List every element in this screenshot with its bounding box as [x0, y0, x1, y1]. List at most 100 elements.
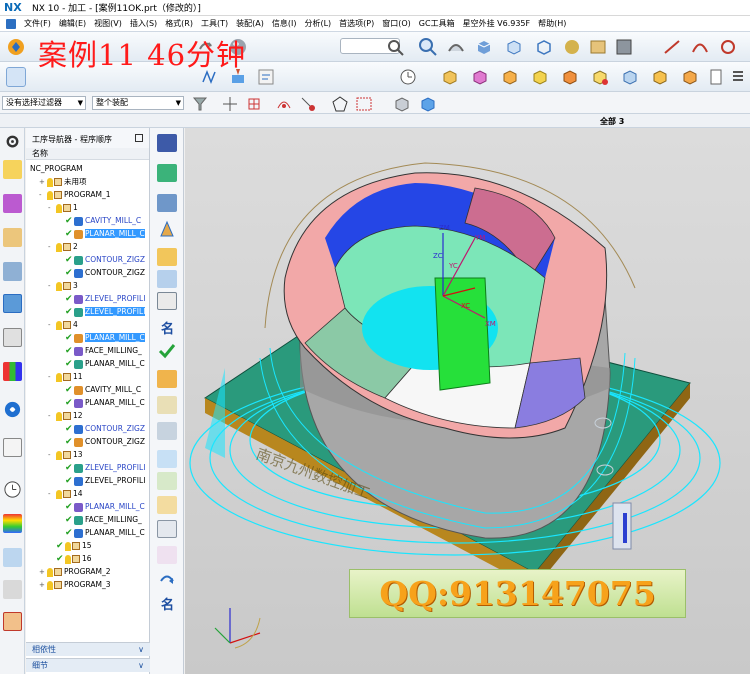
check-icon[interactable]	[157, 342, 177, 360]
menu-file[interactable]: 文件(F)	[24, 18, 51, 29]
menu-tools[interactable]: 工具(T)	[201, 18, 228, 29]
operation-row[interactable]: ✔ CONTOUR_ZIGZ	[26, 253, 149, 266]
operation-row[interactable]: ✔ CAVITY_MILL_C	[26, 383, 149, 396]
menu-help[interactable]: 帮助(H)	[538, 18, 566, 29]
arc-center-icon[interactable]	[274, 94, 292, 112]
expand-icon[interactable]: +	[39, 579, 47, 591]
program-group-row[interactable]: + PROGRAM_2	[26, 565, 149, 578]
edge-view-icon[interactable]	[534, 37, 554, 57]
list-output-icon[interactable]	[728, 67, 748, 87]
dependencies-panel-toggle[interactable]: 相依性 ∨	[26, 642, 150, 656]
create-method-icon[interactable]	[530, 67, 550, 87]
collapse-icon[interactable]: -	[48, 202, 56, 214]
feed-icon[interactable]	[157, 546, 177, 564]
snap-point-icon[interactable]	[220, 94, 238, 112]
program-group-row[interactable]: - 11	[26, 370, 149, 383]
program-group-row[interactable]: - 14	[26, 487, 149, 500]
program-group-row[interactable]: NC_PROGRAM	[26, 162, 149, 175]
clock-icon[interactable]	[3, 480, 22, 499]
operation-row[interactable]: ✔ PLANAR_MILL_C	[26, 396, 149, 409]
create-operation-icon[interactable]	[560, 67, 580, 87]
create-tool-icon[interactable]	[157, 164, 177, 182]
polygon-select-icon[interactable]	[330, 94, 348, 112]
generate-icon[interactable]	[157, 370, 177, 388]
layer-icon[interactable]	[588, 37, 608, 57]
assembly-navigator-icon[interactable]	[3, 294, 22, 313]
operation-row[interactable]: ✔ CAVITY_MILL_C	[26, 214, 149, 227]
snap-option-icon[interactable]	[298, 94, 316, 112]
search-icon[interactable]	[386, 38, 404, 56]
details-panel-toggle[interactable]: 细节 ∨	[26, 658, 150, 672]
collapse-icon[interactable]: -	[48, 449, 56, 461]
paste-object-icon[interactable]	[680, 67, 700, 87]
program-group-row[interactable]: -2	[26, 240, 149, 253]
collapse-icon[interactable]: -	[48, 280, 56, 292]
operation-row[interactable]: ✔ PLANAR_MILL_C	[26, 227, 149, 240]
line-icon[interactable]	[662, 37, 682, 57]
selection-filter-select[interactable]: 没有选择过滤器 ▼	[2, 96, 86, 110]
rename-icon-2[interactable]: 名	[157, 594, 177, 613]
method-view-icon[interactable]	[3, 262, 22, 281]
operation-row[interactable]: ✔ PLANAR_MILL_C	[26, 526, 149, 539]
copy-object-icon[interactable]	[650, 67, 670, 87]
reuse-library-icon[interactable]	[3, 362, 22, 381]
operation-row[interactable]: ✔ FACE_MILLING_	[26, 513, 149, 526]
wireframe-view-icon[interactable]	[504, 37, 524, 57]
simulate-icon[interactable]	[157, 450, 177, 468]
operation-row[interactable]: ✔ ZLEVEL_PROFILI	[26, 305, 149, 318]
cross-icon[interactable]	[157, 292, 177, 310]
operation-row[interactable]: ✔ CONTOUR_ZIGZ	[26, 266, 149, 279]
edit-object-icon[interactable]	[590, 67, 610, 87]
table-icon[interactable]	[157, 520, 177, 538]
collapse-icon[interactable]: -	[48, 241, 56, 253]
replay-icon[interactable]	[157, 396, 177, 414]
collapse-icon[interactable]: -	[48, 371, 56, 383]
operation-row[interactable]: ✔ ZLEVEL_PROFILI	[26, 292, 149, 305]
create-program-icon[interactable]	[157, 134, 177, 152]
clock-icon[interactable]	[398, 67, 418, 87]
create-geometry-icon[interactable]	[500, 67, 520, 87]
program-view-icon[interactable]	[3, 160, 22, 179]
expand-icon[interactable]: +	[39, 176, 47, 188]
program-group-row[interactable]: -4	[26, 318, 149, 331]
reverse-icon[interactable]	[157, 572, 177, 590]
program-group-row[interactable]: - PROGRAM_1	[26, 188, 149, 201]
web-browser-icon[interactable]	[3, 400, 22, 419]
menu-insert[interactable]: 插入(S)	[130, 18, 157, 29]
shop-doc-icon[interactable]	[706, 67, 726, 87]
menu-format[interactable]: 格式(R)	[165, 18, 193, 29]
geometry-view-icon[interactable]	[3, 228, 22, 247]
palette-icon[interactable]	[3, 514, 22, 533]
menu-plugin[interactable]: 星空外挂 V6.935F	[463, 18, 531, 29]
program-group-row[interactable]: -3	[26, 279, 149, 292]
assembly-constraint-icon[interactable]	[3, 612, 22, 631]
program-group-row[interactable]: + PROGRAM_3	[26, 578, 149, 591]
program-group-row[interactable]: + 未用项	[26, 175, 149, 188]
menu-view[interactable]: 视图(V)	[94, 18, 122, 29]
mill-icon[interactable]	[157, 270, 177, 288]
operation-row[interactable]: ✔ ZLEVEL_PROFILI	[26, 474, 149, 487]
machine-tool-view-icon[interactable]	[3, 194, 22, 213]
operation-row[interactable]: ✔ PLANAR_MILL_C	[26, 500, 149, 513]
post-process-icon[interactable]	[256, 67, 276, 87]
create-geometry-icon[interactable]	[157, 194, 177, 212]
create-operation-icon[interactable]	[157, 248, 177, 266]
operation-row[interactable]: ✔ CONTOUR_ZIGZ	[26, 422, 149, 435]
rename-icon[interactable]: 名	[157, 318, 177, 337]
zoom-icon[interactable]	[418, 37, 438, 57]
menu-window[interactable]: 窗口(O)	[382, 18, 411, 29]
solid-select-icon[interactable]	[392, 94, 410, 112]
rotate-view-icon[interactable]	[446, 37, 466, 57]
select-filter-icon[interactable]	[190, 94, 208, 112]
background-icon[interactable]	[614, 37, 634, 57]
rectangle-select-icon[interactable]	[354, 94, 372, 112]
program-group-row[interactable]: ✔ 15	[26, 539, 149, 552]
program-group-row[interactable]: - 13	[26, 448, 149, 461]
arc-icon[interactable]	[690, 37, 710, 57]
operation-row[interactable]: ✔ PLANAR_MILL_C	[26, 331, 149, 344]
body-select-icon[interactable]	[418, 94, 436, 112]
program-group-row[interactable]: ✔ 16	[26, 552, 149, 565]
create-tool-icon[interactable]	[470, 67, 490, 87]
postprocess-icon[interactable]	[157, 496, 177, 514]
history-icon[interactable]	[3, 438, 22, 457]
